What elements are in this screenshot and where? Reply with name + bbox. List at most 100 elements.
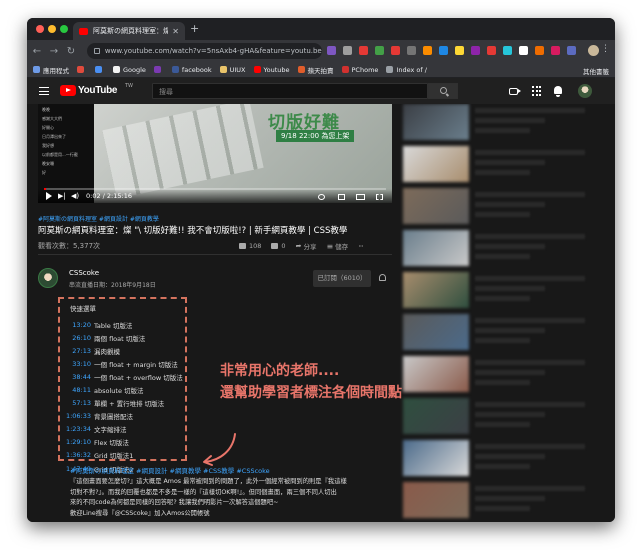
related-video-thumbnail[interactable] (403, 356, 469, 392)
bookmark-item[interactable] (153, 66, 164, 73)
timestamp-link[interactable]: 33:10 (60, 360, 91, 368)
tab-close-icon[interactable]: ✕ (172, 27, 179, 36)
timestamp-link[interactable]: 1:36:32 (60, 451, 91, 459)
more-actions-icon[interactable]: ··· (358, 242, 364, 251)
volume-icon[interactable]: ◀) (71, 192, 79, 200)
related-video-thumbnail[interactable] (403, 104, 469, 140)
extension-icon[interactable] (375, 46, 384, 55)
related-video-item[interactable] (403, 398, 607, 438)
channel-name[interactable]: CSScoke (69, 269, 99, 277)
extension-icon[interactable] (471, 46, 480, 55)
related-video-thumbnail[interactable] (403, 272, 469, 308)
bookmark-item[interactable]: Google (113, 66, 146, 74)
timestamp-link[interactable]: 57:13 (60, 399, 91, 407)
related-video-thumbnail[interactable] (403, 398, 469, 434)
share-button[interactable]: ➦ 分享 (296, 241, 317, 251)
save-button[interactable]: ≡ 儲存 (326, 241, 348, 252)
related-video-item[interactable] (403, 482, 607, 522)
extension-icon[interactable] (503, 46, 512, 55)
hamburger-menu-icon[interactable] (39, 87, 49, 95)
profile-avatar[interactable] (588, 45, 599, 56)
subscribed-button[interactable]: 已訂閱（6010） (313, 270, 371, 287)
bookmark-item[interactable]: facebook (171, 66, 212, 74)
reload-button[interactable]: ↻ (64, 46, 78, 57)
play-icon[interactable] (46, 192, 52, 200)
notifications-bell-icon[interactable] (554, 86, 562, 97)
extension-icon[interactable] (519, 46, 528, 55)
extension-icon[interactable] (567, 46, 576, 55)
related-video-thumbnail[interactable] (403, 188, 469, 224)
related-video-item[interactable] (403, 440, 607, 480)
timestamp-link[interactable]: 26:10 (60, 334, 91, 342)
next-icon[interactable]: ▶| (58, 192, 66, 200)
video-player[interactable]: 晚晚 感謝大大們 好開心 日月潭出來了 我好想 以前都是用...一行截 晚安囉好 切版好難 … (38, 104, 392, 203)
account-avatar[interactable] (578, 84, 592, 98)
related-video-thumbnail[interactable] (403, 482, 469, 518)
like-button[interactable]: 108 (239, 242, 261, 250)
timestamp-link[interactable]: 48:11 (60, 386, 91, 394)
extension-icon[interactable] (343, 46, 352, 55)
related-video-item[interactable] (403, 272, 607, 312)
bookmark-item[interactable] (77, 66, 87, 73)
timestamp-link[interactable]: 1:06:33 (60, 412, 91, 420)
timestamp-link[interactable]: 13:20 (60, 321, 91, 329)
timestamp-link[interactable]: 27:13 (60, 347, 91, 355)
related-video-item[interactable] (403, 104, 607, 144)
bookmark-item[interactable]: 蘋天拍賣 (297, 65, 334, 75)
bookmark-item[interactable]: 應用程式 (33, 65, 69, 75)
theater-mode-icon[interactable] (356, 194, 365, 200)
related-video-thumbnail[interactable] (403, 440, 469, 476)
related-video-item[interactable] (403, 146, 607, 186)
description-hashtags[interactable]: #阿莫斯の網頁料理室 #網頁設計 #網頁教學 #CSS教學 #CSScoke (70, 465, 270, 475)
related-video-thumbnail[interactable] (403, 314, 469, 350)
bookmark-item[interactable]: Youtube (253, 66, 290, 74)
browser-tab[interactable]: 阿莫斯の網頁料理室：燦 "\ 切... ✕ (73, 22, 185, 40)
timestamp-link[interactable]: 1:23:34 (60, 425, 91, 433)
extension-icon[interactable] (455, 46, 464, 55)
related-video-item[interactable] (403, 356, 607, 396)
settings-gear-icon[interactable] (318, 194, 325, 200)
forward-button[interactable]: → (47, 46, 61, 57)
new-tab-button[interactable]: + (190, 22, 199, 35)
extension-icon[interactable] (423, 46, 432, 55)
related-video-item[interactable] (403, 230, 607, 270)
youtube-wordmark[interactable]: YouTube (78, 85, 118, 96)
dislike-button[interactable]: 0 (271, 242, 286, 250)
timestamp-link[interactable]: 38:44 (60, 373, 91, 381)
extension-icon[interactable] (407, 46, 416, 55)
notification-bell-icon[interactable] (379, 274, 386, 281)
related-video-item[interactable] (403, 188, 607, 228)
bookmark-item[interactable]: UIUX (219, 66, 246, 74)
browser-menu-icon[interactable]: ⋮ (601, 44, 610, 54)
related-video-thumbnail[interactable] (403, 146, 469, 182)
related-video-item[interactable] (403, 314, 607, 354)
miniplayer-icon[interactable] (338, 194, 345, 200)
fullscreen-icon[interactable] (376, 194, 383, 200)
progress-bar[interactable] (44, 188, 386, 190)
address-bar[interactable]: www.youtube.com/watch?v=5nsAxb4-gHA&feat… (87, 43, 322, 59)
bookmark-item[interactable]: Index of / (386, 66, 427, 74)
back-button[interactable]: ← (30, 46, 44, 57)
extension-icon[interactable] (551, 46, 560, 55)
close-window-button[interactable] (36, 25, 44, 33)
search-input[interactable]: 搜尋 (152, 83, 428, 99)
search-button[interactable] (428, 83, 458, 99)
channel-avatar[interactable] (38, 268, 58, 288)
extension-icon[interactable] (535, 46, 544, 55)
video-hashtags[interactable]: #阿莫斯の網頁料理室 #網頁設計 #網頁教學 (38, 214, 159, 223)
bookmark-item[interactable] (95, 66, 105, 73)
create-video-icon[interactable] (509, 88, 521, 95)
maximize-window-button[interactable] (60, 25, 68, 33)
apps-grid-icon[interactable] (532, 86, 542, 96)
extension-icon[interactable] (439, 46, 448, 55)
minimize-window-button[interactable] (48, 25, 56, 33)
other-bookmarks[interactable]: 其他書籤 (583, 66, 609, 76)
extension-icon[interactable] (487, 46, 496, 55)
timestamp-link[interactable]: 1:29:10 (60, 438, 91, 446)
extension-icon[interactable] (359, 46, 368, 55)
extension-icon[interactable] (391, 46, 400, 55)
bookmark-item[interactable]: PChome (341, 66, 378, 74)
extension-icon[interactable] (327, 46, 336, 55)
youtube-logo-icon[interactable] (60, 85, 76, 96)
related-video-thumbnail[interactable] (403, 230, 469, 266)
